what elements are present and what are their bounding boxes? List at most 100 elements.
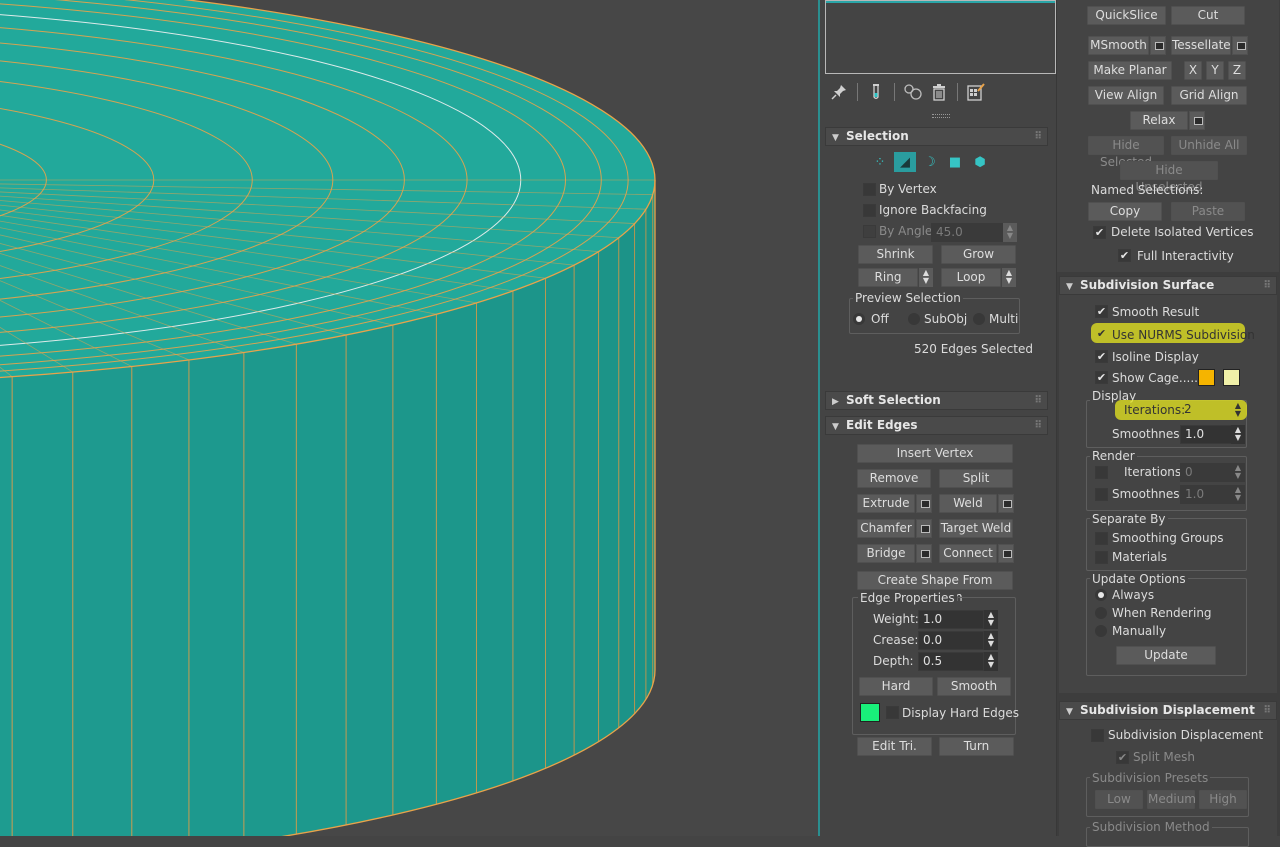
iterations-spinner[interactable]: ▲ ▼ <box>1231 401 1245 420</box>
connect-button[interactable]: Connect <box>939 544 997 563</box>
preset-high-button[interactable]: High <box>1199 790 1247 809</box>
cylinder-mesh[interactable] <box>0 0 818 836</box>
planar-z-button[interactable]: Z <box>1228 61 1246 80</box>
weld-settings-button[interactable] <box>998 494 1014 513</box>
iterations-field[interactable]: 2 <box>1180 401 1232 420</box>
hide-selected-button[interactable]: Hide Selected <box>1088 136 1164 169</box>
preview-multi-radio[interactable] <box>973 313 985 325</box>
render-iterations-spinner[interactable]: ▲ ▼ <box>1231 463 1245 482</box>
extrude-settings-button[interactable] <box>916 494 932 513</box>
delete-isolated-checkbox[interactable]: ✔ <box>1093 226 1106 239</box>
crease-spinner[interactable]: ▲ ▼ <box>984 631 998 650</box>
render-iterations-checkbox[interactable] <box>1095 466 1108 479</box>
tessellate-settings-button[interactable] <box>1232 36 1248 55</box>
preview-off-radio[interactable] <box>853 313 865 325</box>
turn-button[interactable]: Turn <box>939 737 1014 756</box>
smoothing-groups-checkbox[interactable] <box>1095 532 1108 545</box>
when-rendering-radio[interactable] <box>1095 607 1107 619</box>
grid-align-button[interactable]: Grid Align <box>1171 86 1247 105</box>
ring-button[interactable]: Ring <box>858 268 918 287</box>
hide-unselected-button[interactable]: Hide Unselected <box>1120 161 1218 194</box>
isoline-display-checkbox[interactable]: ✔ <box>1095 350 1108 363</box>
show-cage-checkbox[interactable]: ✔ <box>1095 371 1108 384</box>
configure-icon[interactable] <box>965 81 987 103</box>
trash-icon[interactable] <box>928 81 950 103</box>
full-interactivity-checkbox[interactable]: ✔ <box>1118 249 1131 262</box>
hard-button[interactable]: Hard <box>859 677 933 696</box>
connect-settings-button[interactable] <box>998 544 1014 563</box>
subdivision-surface-rollout-header[interactable]: ▼ Subdivision Surface ⠿ <box>1059 276 1277 295</box>
unique-icon[interactable] <box>902 81 924 103</box>
weight-spinner[interactable]: ▲ ▼ <box>984 610 998 629</box>
modifier-stack-list[interactable] <box>825 0 1056 74</box>
vertex-mode-icon[interactable]: ⁘ <box>869 152 891 172</box>
materials-checkbox[interactable] <box>1095 551 1108 564</box>
extrude-button[interactable]: Extrude <box>857 494 915 513</box>
tessellate-button[interactable]: Tessellate <box>1171 36 1231 55</box>
weld-button[interactable]: Weld <box>939 494 997 513</box>
split-mesh-checkbox[interactable]: ✔ <box>1116 751 1129 764</box>
render-smoothness-field[interactable]: 1.0 <box>1180 485 1232 504</box>
edit-tri-button[interactable]: Edit Tri. <box>857 737 932 756</box>
remove-button[interactable]: Remove <box>857 469 931 488</box>
cage-selection-color-swatch[interactable] <box>1223 369 1240 386</box>
quickslice-button[interactable]: QuickSlice <box>1087 6 1166 25</box>
crease-field[interactable]: 0.0 <box>918 631 984 650</box>
split-button[interactable]: Split <box>939 469 1013 488</box>
smooth-button[interactable]: Smooth <box>937 677 1011 696</box>
chamfer-settings-button[interactable] <box>916 519 932 538</box>
copy-button[interactable]: Copy <box>1088 202 1162 221</box>
cut-button[interactable]: Cut <box>1171 6 1245 25</box>
weight-field[interactable]: 1.0 <box>918 610 984 629</box>
panel-resize-grip[interactable] <box>932 114 950 118</box>
grow-button[interactable]: Grow <box>941 245 1016 264</box>
test-tube-icon[interactable] <box>865 81 887 103</box>
cage-color-swatch[interactable] <box>1198 369 1215 386</box>
chamfer-button[interactable]: Chamfer <box>857 519 915 538</box>
by-angle-checkbox[interactable] <box>863 225 876 238</box>
by-angle-field[interactable]: 45.0 <box>931 223 1003 242</box>
planar-x-button[interactable]: X <box>1184 61 1202 80</box>
paste-button[interactable]: Paste <box>1171 202 1245 221</box>
planar-y-button[interactable]: Y <box>1206 61 1224 80</box>
preset-low-button[interactable]: Low <box>1095 790 1143 809</box>
msmooth-settings-button[interactable] <box>1150 36 1166 55</box>
by-angle-spinner[interactable]: ▲ ▼ <box>1003 223 1017 242</box>
bridge-button[interactable]: Bridge <box>857 544 915 563</box>
hard-edge-color-swatch[interactable] <box>860 703 880 722</box>
pin-stack-icon[interactable] <box>828 81 850 103</box>
relax-button[interactable]: Relax <box>1130 111 1188 130</box>
insert-vertex-button[interactable]: Insert Vertex <box>857 444 1013 463</box>
smoothness-field[interactable]: 1.0 <box>1180 425 1232 444</box>
render-iterations-field[interactable]: 0 <box>1180 463 1232 482</box>
viewport[interactable] <box>0 0 818 836</box>
subdivision-displacement-checkbox[interactable] <box>1091 729 1104 742</box>
border-mode-icon[interactable]: ☽ <box>919 152 941 172</box>
smoothness-spinner[interactable]: ▲ ▼ <box>1231 425 1245 444</box>
shrink-button[interactable]: Shrink <box>858 245 933 264</box>
preset-medium-button[interactable]: Medium <box>1147 790 1196 809</box>
display-hard-edges-checkbox[interactable] <box>886 706 899 719</box>
create-shape-button[interactable]: Create Shape From Selection <box>857 571 1013 604</box>
by-vertex-checkbox[interactable] <box>863 183 876 196</box>
always-radio[interactable] <box>1095 589 1107 601</box>
loop-button[interactable]: Loop <box>941 268 1001 287</box>
polygon-mode-icon[interactable]: ■ <box>944 152 966 172</box>
ignore-backfacing-checkbox[interactable] <box>863 204 876 217</box>
depth-spinner[interactable]: ▲ ▼ <box>984 652 998 671</box>
soft-selection-rollout-header[interactable]: ▶ Soft Selection ⠿ <box>825 391 1048 410</box>
edit-edges-rollout-header[interactable]: ▼ Edit Edges ⠿ <box>825 416 1048 435</box>
render-smoothness-spinner[interactable]: ▲ ▼ <box>1231 485 1245 504</box>
edge-mode-icon[interactable]: ◢ <box>894 152 916 172</box>
subdivision-displacement-rollout-header[interactable]: ▼ Subdivision Displacement ⠿ <box>1059 701 1277 720</box>
bridge-settings-button[interactable] <box>916 544 932 563</box>
preview-subobj-radio[interactable] <box>908 313 920 325</box>
selection-rollout-header[interactable]: ▼ Selection ⠿ <box>825 127 1048 146</box>
ring-spinner[interactable]: ▲ ▼ <box>919 268 933 287</box>
view-align-button[interactable]: View Align <box>1088 86 1164 105</box>
depth-field[interactable]: 0.5 <box>918 652 984 671</box>
unhide-all-button[interactable]: Unhide All <box>1171 136 1247 155</box>
relax-settings-button[interactable] <box>1189 111 1205 130</box>
smooth-result-checkbox[interactable]: ✔ <box>1095 305 1108 318</box>
loop-spinner[interactable]: ▲ ▼ <box>1002 268 1016 287</box>
